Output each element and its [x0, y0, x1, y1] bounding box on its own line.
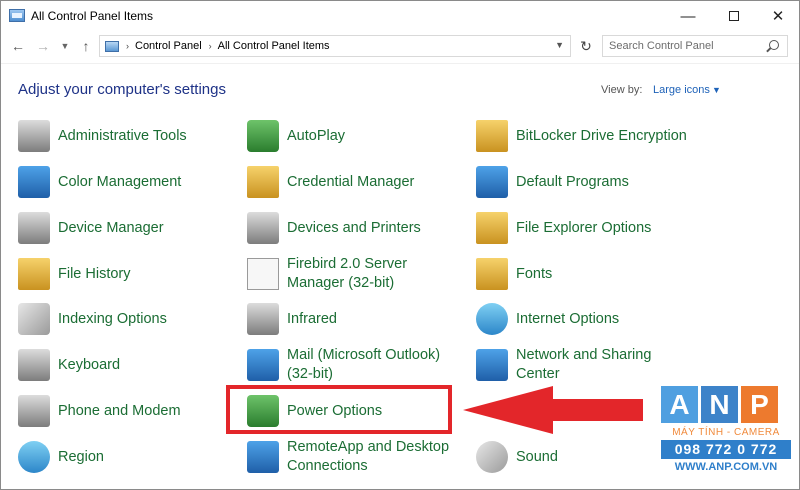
indexing-icon: [18, 303, 50, 335]
item-label: Mail (Microsoft Outlook) (32-bit): [287, 347, 441, 382]
view-by-label: View by:: [601, 84, 643, 96]
item-label: Infrared: [287, 310, 337, 327]
control-panel-window: All Control Panel Items — ✕ ← → ▼ ↑ › Co…: [0, 0, 800, 490]
item-label: Administrative Tools: [58, 127, 187, 144]
item-label: File History: [58, 265, 131, 282]
default-programs-icon: [476, 166, 508, 198]
maximize-icon: [729, 11, 739, 21]
item-label: Color Management: [58, 173, 182, 190]
admin-tools-icon: [18, 120, 50, 152]
keyboard-icon: [18, 349, 50, 381]
item-label: BitLocker Drive Encryption: [516, 127, 687, 144]
blank-document-icon: [247, 258, 279, 290]
item-label: Internet Options: [516, 310, 620, 327]
forward-arrow-icon[interactable]: →: [34, 37, 52, 55]
control-panel-icon: [105, 40, 119, 52]
file-history-icon: [18, 258, 50, 290]
up-arrow-icon[interactable]: ↑: [77, 37, 95, 55]
breadcrumb-separator-icon: ›: [208, 41, 212, 51]
phone-icon: [18, 395, 50, 427]
speaker-icon: [476, 441, 508, 473]
watermark-letters: A N P: [661, 386, 791, 423]
item-label: RemoteApp and Desktop Connections: [287, 439, 450, 474]
infrared-icon: [247, 303, 279, 335]
close-button[interactable]: ✕: [755, 1, 799, 31]
globe-icon: [476, 303, 508, 335]
network-icon: [476, 349, 508, 381]
window-title: All Control Panel Items: [31, 9, 154, 23]
mail-icon: [247, 349, 279, 381]
item-label: Sound: [516, 448, 558, 465]
watermark-url: WWW.ANP.COM.VN: [674, 461, 778, 473]
item-label: Network and Sharing Center: [516, 347, 652, 382]
back-arrow-icon[interactable]: ←: [9, 37, 27, 55]
item-label: Credential Manager: [287, 173, 415, 190]
control-panel-icon: [9, 9, 25, 22]
item-label: Default Programs: [516, 173, 629, 190]
remote-desktop-icon: [247, 441, 279, 473]
item-label: File Explorer Options: [516, 219, 652, 236]
autoplay-icon: [247, 120, 279, 152]
watermark-subtitle: MÁY TÍNH - CAMERA: [672, 427, 780, 438]
address-bar[interactable]: › Control Panel › All Control Panel Item…: [99, 35, 571, 57]
item-label: Region: [58, 448, 104, 465]
item-label: Phone and Modem: [58, 402, 181, 419]
color-management-icon: [18, 166, 50, 198]
printer-icon: [247, 212, 279, 244]
watermark-letter: N: [701, 386, 738, 423]
minimize-button[interactable]: —: [665, 1, 711, 31]
breadcrumb-all-items[interactable]: All Control Panel Items: [218, 40, 330, 52]
region-icon: [18, 441, 50, 473]
refresh-icon[interactable]: ↻: [577, 37, 595, 55]
highlight-box: [226, 385, 452, 434]
watermark-letter: P: [741, 386, 778, 423]
item-label: Device Manager: [58, 219, 164, 236]
item-label: Indexing Options: [58, 310, 167, 327]
page-title: Adjust your computer's settings: [18, 81, 226, 98]
search-box[interactable]: [602, 35, 788, 57]
watermark-letter: A: [661, 386, 698, 423]
recent-locations-chevron-icon[interactable]: ▼: [59, 37, 71, 55]
address-dropdown-chevron-icon[interactable]: ▼: [555, 40, 564, 50]
annotation-arrow-head: [463, 386, 553, 434]
fonts-icon: [476, 258, 508, 290]
credential-manager-icon: [247, 166, 279, 198]
view-by-dropdown[interactable]: Large icons: [653, 84, 710, 96]
maximize-button[interactable]: [711, 1, 757, 31]
divider: [1, 63, 799, 64]
item-label: Keyboard: [58, 356, 121, 373]
chevron-down-icon[interactable]: ▼: [712, 85, 721, 95]
breadcrumb-separator-icon: ›: [126, 41, 129, 51]
item-label: AutoPlay: [287, 127, 346, 144]
breadcrumb-control-panel[interactable]: Control Panel: [135, 40, 202, 52]
search-input[interactable]: [609, 37, 769, 55]
navigation-bar: ← → ▼ ↑ › Control Panel › All Control Pa…: [1, 31, 799, 61]
search-icon[interactable]: [769, 40, 779, 50]
bitlocker-icon: [476, 120, 508, 152]
annotation-arrow-body: [551, 399, 643, 421]
device-manager-icon: [18, 212, 50, 244]
item-label: Devices and Printers: [287, 219, 421, 236]
folder-options-icon: [476, 212, 508, 244]
item-label: Fonts: [516, 265, 553, 282]
watermark-phone: 098 772 0 772: [661, 440, 791, 459]
item-label: Firebird 2.0 Server Manager (32-bit): [287, 256, 408, 291]
title-bar: All Control Panel Items — ✕: [1, 1, 799, 31]
anp-watermark-logo: A N P MÁY TÍNH - CAMERA 098 772 0 772 WW…: [661, 386, 791, 482]
